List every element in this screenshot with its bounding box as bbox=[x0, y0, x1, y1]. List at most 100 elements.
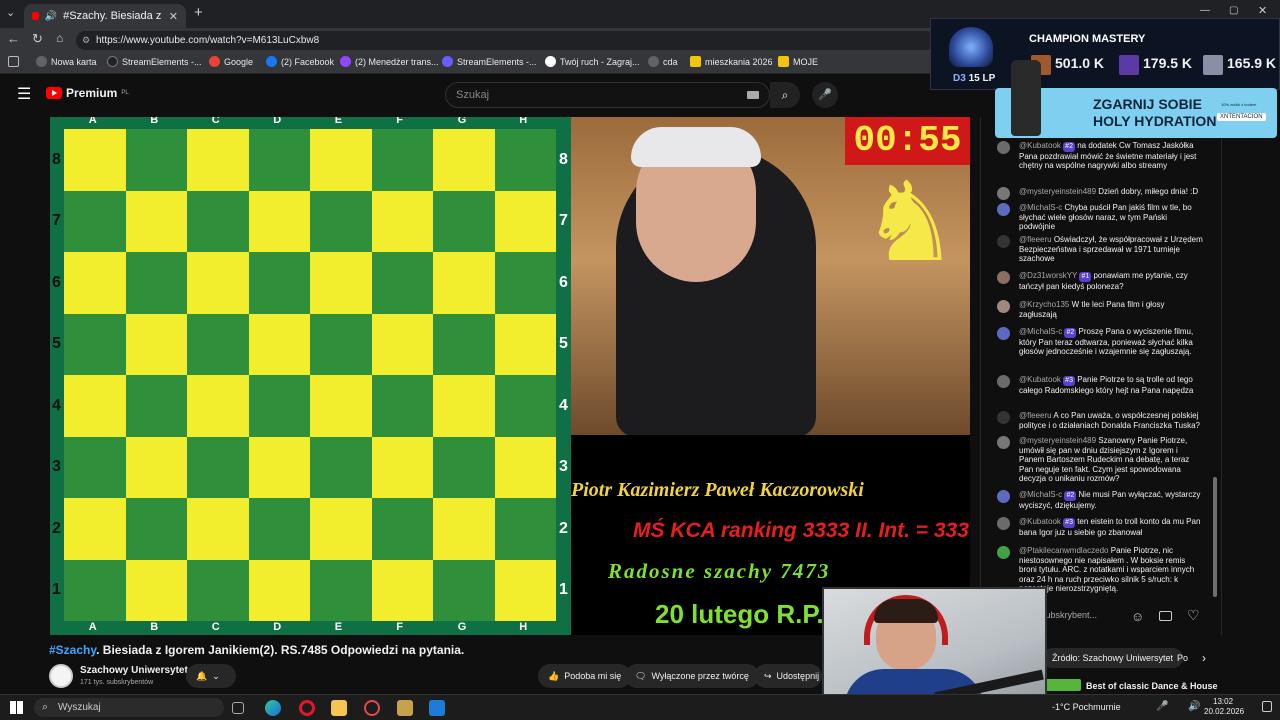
new-tab-icon[interactable]: + bbox=[194, 4, 203, 21]
chat-author[interactable]: @Kubatook bbox=[1019, 141, 1061, 150]
reload-icon[interactable]: ↻ bbox=[32, 31, 43, 47]
app-icon[interactable] bbox=[364, 700, 380, 716]
home-icon[interactable]: ⌂ bbox=[56, 31, 63, 45]
bookmark-item[interactable]: cda bbox=[648, 56, 678, 67]
chat-avatar[interactable] bbox=[997, 203, 1010, 216]
chat-input[interactable]: subskrybent... bbox=[1041, 610, 1131, 620]
chat-author[interactable]: @Kubatook bbox=[1019, 375, 1061, 384]
weather-text[interactable]: -1°C Pochmurnie bbox=[1052, 702, 1121, 712]
task-view-icon[interactable] bbox=[232, 702, 244, 714]
super-chat-icon[interactable] bbox=[1159, 611, 1172, 621]
bookmark-item[interactable]: (2) Facebook bbox=[266, 56, 334, 67]
bookmark-item[interactable]: StreamElements -... bbox=[442, 56, 537, 67]
chat-message[interactable]: @MichalS-c #2 Nie musi Pan wyłączać, wys… bbox=[997, 490, 1203, 510]
emoji-icon[interactable]: ☺ bbox=[1131, 609, 1144, 624]
like-button[interactable]: 👍 Podoba mi się bbox=[538, 664, 632, 688]
chat-message[interactable]: @Krzycho135 W tle leci Pana film i głosy… bbox=[997, 300, 1203, 319]
chat-avatar[interactable] bbox=[997, 327, 1010, 340]
share-button[interactable]: ↪ Udostępnij bbox=[754, 664, 822, 688]
opera-icon[interactable] bbox=[299, 700, 315, 716]
bookmark-item[interactable]: StreamElements -... bbox=[107, 56, 202, 67]
notification-icon[interactable] bbox=[1262, 701, 1272, 712]
bookmark-item[interactable]: MOJE bbox=[778, 56, 818, 67]
youtube-logo[interactable]: Premium PL bbox=[46, 86, 129, 100]
notification-bell-button[interactable]: 🔔 ⌄ bbox=[186, 664, 236, 688]
volume-icon[interactable]: 🔊 bbox=[1188, 701, 1200, 712]
chat-avatar[interactable] bbox=[997, 141, 1010, 154]
chat-author[interactable]: @MichalS-c bbox=[1019, 490, 1062, 499]
bookmark-item[interactable]: Twój ruch - Zagraj... bbox=[545, 56, 640, 67]
video-player[interactable]: A A B B C C D D E E F F G G H H 8 8 7 7 6 6 5 5 4 4 3 3 2 2 1 1 00:55 ♞… bbox=[50, 117, 970, 635]
chat-message[interactable]: @fleeeru A co Pan uważa, o współczesnej … bbox=[997, 411, 1203, 430]
clock-date[interactable]: 20.02.2026 bbox=[1204, 707, 1244, 716]
chat-author[interactable]: @Dz31worskYY bbox=[1019, 271, 1077, 280]
bookmark-item[interactable]: Nowa karta bbox=[36, 56, 97, 67]
site-info-icon[interactable]: ⚙ bbox=[82, 31, 90, 50]
app-icon[interactable] bbox=[397, 700, 413, 716]
next-video-title[interactable]: Best of classic Dance & House bbox=[1086, 681, 1218, 691]
chat-author[interactable]: @fleeeru bbox=[1019, 235, 1052, 244]
close-window-icon[interactable]: ✕ bbox=[1258, 4, 1267, 17]
chat-author[interactable]: @mysteryeinstein489 bbox=[1019, 187, 1096, 196]
board-square bbox=[310, 252, 372, 314]
menu-icon[interactable]: ☰ bbox=[17, 84, 31, 104]
bookmark-item[interactable]: (2) Menedżer trans... bbox=[340, 56, 439, 67]
chat-author[interactable]: @mysteryeinstein489 bbox=[1019, 436, 1096, 445]
chat-avatar[interactable] bbox=[997, 187, 1010, 200]
chat-author[interactable]: @MichalS-c bbox=[1019, 203, 1062, 212]
chat-avatar[interactable] bbox=[997, 517, 1010, 530]
maximize-icon[interactable]: ▢ bbox=[1229, 5, 1238, 16]
heart-icon[interactable]: ♡ bbox=[1187, 607, 1200, 624]
chat-author[interactable]: @fleeeru bbox=[1019, 411, 1052, 420]
browser-tab-active[interactable]: 🔊 #Szachy. Biesiada z Igorem Ja ✕ bbox=[24, 4, 186, 28]
chat-message[interactable]: @Dz31worskYY #1 ponawiam me pytanie, czy… bbox=[997, 271, 1203, 291]
chat-message[interactable]: @Kubatook #3 Panie Piotrze to są trolle … bbox=[997, 375, 1203, 395]
taskbar-search[interactable]: ⌕ Wyszukaj bbox=[34, 698, 224, 717]
search-button[interactable]: ⌕ bbox=[770, 82, 800, 108]
chat-author[interactable]: @Ptakilecanwmdlaczedo bbox=[1019, 546, 1109, 555]
bookmark-item[interactable]: Google bbox=[209, 56, 253, 67]
url-field[interactable]: ⚙ https://www.youtube.com/watch?v=M613Lu… bbox=[76, 31, 936, 50]
back-icon[interactable]: ← bbox=[7, 31, 20, 46]
tab-list-chevron-icon[interactable]: ⌄ bbox=[6, 6, 15, 19]
next-video-thumb[interactable] bbox=[1045, 679, 1081, 691]
keyboard-icon[interactable] bbox=[747, 91, 759, 99]
chat-author[interactable]: @Krzycho135 bbox=[1019, 300, 1069, 309]
file-explorer-icon[interactable] bbox=[331, 700, 347, 716]
chat-message[interactable]: @mysteryeinstein489 Szanowny Panie Piotr… bbox=[997, 436, 1203, 484]
channel-name[interactable]: Szachowy Uniwersytet bbox=[80, 665, 188, 676]
chat-message[interactable]: @Kubatook #3 ten eistein to troll konto … bbox=[997, 517, 1203, 537]
clock-time[interactable]: 13:02 bbox=[1213, 697, 1233, 706]
chat-scrollbar[interactable] bbox=[1213, 477, 1217, 597]
chat-avatar[interactable] bbox=[997, 375, 1010, 388]
source-chip-2[interactable]: Po bbox=[1177, 653, 1188, 663]
chat-message[interactable]: @mysteryeinstein489 Dzień dobry, miłego … bbox=[997, 187, 1203, 200]
chat-avatar[interactable] bbox=[997, 436, 1010, 449]
edge-icon[interactable] bbox=[265, 700, 281, 716]
source-chip[interactable]: Źródło: Szachowy Uniwersytet bbox=[1042, 648, 1184, 668]
chat-message[interactable]: @MichalS-c #2 Proszę Pana o wyciszenie f… bbox=[997, 327, 1203, 357]
collections-icon[interactable] bbox=[8, 56, 19, 67]
windows-start-icon[interactable] bbox=[10, 701, 23, 714]
chat-avatar[interactable] bbox=[997, 490, 1010, 503]
bookmark-item[interactable]: mieszkania 2026 bbox=[690, 56, 773, 67]
chat-avatar[interactable] bbox=[997, 546, 1010, 559]
search-input[interactable]: Szukaj bbox=[445, 82, 770, 108]
app-icon[interactable] bbox=[429, 700, 445, 716]
chat-message[interactable]: @fleeeru Oświadczył, że współpracował z … bbox=[997, 235, 1203, 264]
chat-avatar[interactable] bbox=[997, 271, 1010, 284]
microphone-icon[interactable]: 🎤 bbox=[812, 82, 838, 108]
chat-message[interactable]: @Kubatook #2 na dodatek Cw Tomasz Jaskół… bbox=[997, 141, 1203, 171]
chat-avatar[interactable] bbox=[997, 300, 1010, 313]
minimize-icon[interactable]: — bbox=[1200, 5, 1210, 16]
comments-disabled-button[interactable]: 🗨 Wyłączone przez twórcę bbox=[625, 664, 759, 688]
close-tab-icon[interactable]: ✕ bbox=[169, 10, 178, 23]
chevron-right-icon[interactable]: › bbox=[1202, 651, 1206, 665]
chat-message[interactable]: @MichalS-c Chyba puścił Pan jakiś film w… bbox=[997, 203, 1203, 232]
chat-avatar[interactable] bbox=[997, 411, 1010, 424]
chat-author[interactable]: @Kubatook bbox=[1019, 517, 1061, 526]
chat-author[interactable]: @MichalS-c bbox=[1019, 327, 1062, 336]
chat-avatar[interactable] bbox=[997, 235, 1010, 248]
microphone-tray-icon[interactable]: 🎤 bbox=[1156, 701, 1168, 712]
channel-avatar[interactable] bbox=[49, 664, 73, 688]
